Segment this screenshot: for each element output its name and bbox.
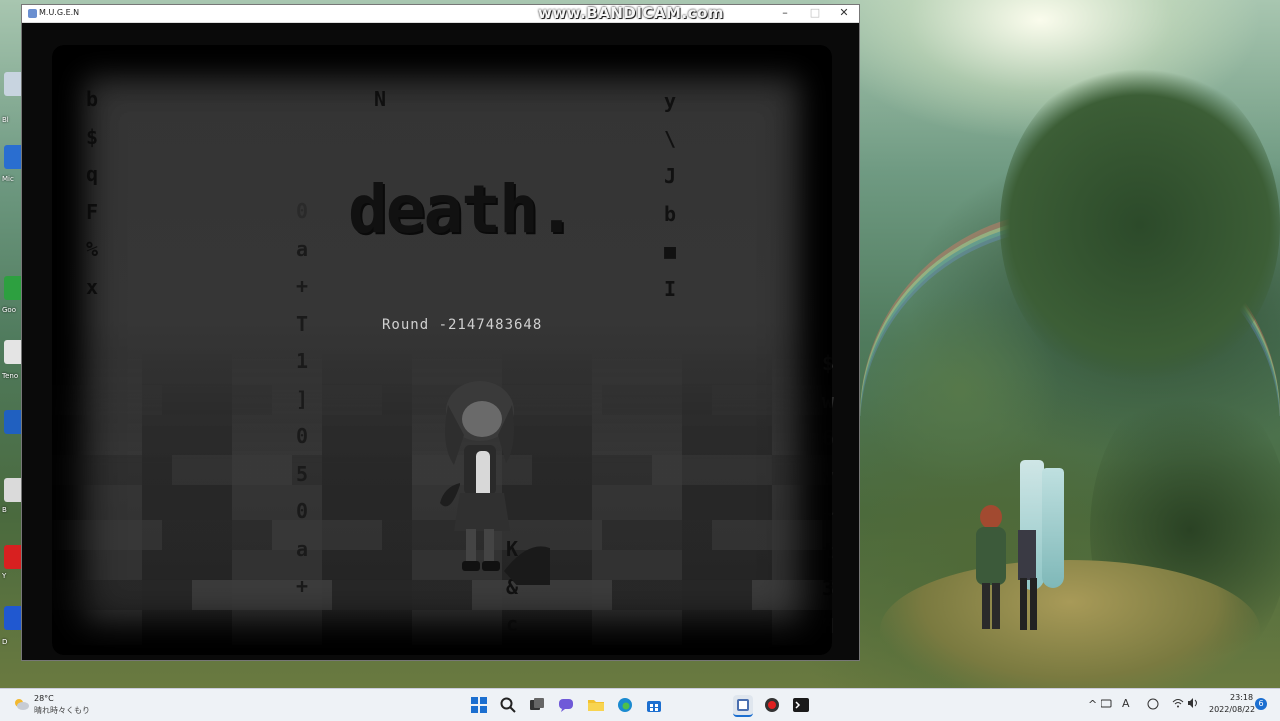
task-view-icon[interactable] [527, 695, 547, 715]
app-icon[interactable] [733, 695, 753, 717]
glyph: J [663, 164, 677, 188]
glyph: v [821, 463, 835, 488]
desktop-icon-label: Mic [2, 175, 14, 183]
glyph: b [85, 87, 99, 111]
glyph: w [821, 388, 835, 413]
glyph: 0 [295, 424, 309, 448]
glyph: I [663, 276, 677, 301]
glyph-column-6: $ w 6 v ~ t 3 H [816, 345, 840, 645]
input-mode-indicator[interactable]: A [1122, 697, 1130, 710]
desktop-icon-label: Bl [2, 116, 9, 124]
glyph-column-1: b $ q F % x [80, 81, 104, 306]
edge-icon[interactable] [615, 695, 635, 715]
mugen-window[interactable]: M.U.G.E.N – □ ✕ b $ q F % x N 0 a + T 1 … [21, 4, 860, 661]
store-icon[interactable] [644, 695, 664, 715]
minimize-button[interactable]: – [770, 5, 800, 22]
desktop-icon-label: Goo [2, 306, 16, 314]
game-viewport[interactable]: b $ q F % x N 0 a + T 1 ] 0 5 0 a + K & … [22, 23, 859, 660]
weather-cloud-sun-icon[interactable] [12, 697, 30, 711]
glyph: a [295, 536, 309, 561]
weather-description[interactable]: 晴れ時々くもり [34, 705, 90, 716]
desktop-icon-label: B [2, 506, 7, 514]
clock-date[interactable]: 2022/08/22 [1209, 705, 1255, 714]
glyph: 3 [821, 576, 835, 600]
ime-icon[interactable] [1147, 698, 1159, 713]
desktop-icon-label: Teno [2, 372, 19, 380]
glyph-column-2: N [368, 81, 392, 119]
glyph-column-5: y \ J b ■ I [658, 83, 682, 308]
glyph: H [821, 613, 835, 638]
network-tray-icon[interactable] [1100, 698, 1113, 711]
file-explorer-icon[interactable] [586, 695, 606, 715]
glyph: + [295, 574, 309, 598]
window-title: M.U.G.E.N [39, 8, 80, 17]
death-title: death. [348, 171, 576, 248]
character-sprite [440, 381, 550, 585]
glyph: c [505, 612, 519, 636]
girl-figure-2 [1006, 460, 1076, 635]
weather-temperature[interactable]: 28°C [34, 694, 54, 703]
glyph: t [821, 538, 835, 563]
chat-icon[interactable] [556, 695, 576, 715]
maximize-button[interactable]: □ [800, 5, 830, 22]
glyph: q [85, 162, 99, 186]
window-titlebar[interactable]: M.U.G.E.N – □ ✕ [22, 5, 859, 23]
glyph: N [373, 87, 387, 111]
round-counter: Round -2147483648 [382, 317, 543, 333]
glyph: $ [821, 351, 835, 375]
glyph: % [85, 237, 99, 261]
bandicam-icon[interactable] [762, 695, 782, 715]
glyph: ~ [821, 501, 835, 525]
glyph: b [663, 201, 677, 226]
clock-time[interactable]: 23:18 [1230, 693, 1253, 702]
glyph: T [295, 311, 309, 336]
glyph: 6 [821, 426, 835, 450]
volume-icon[interactable] [1187, 698, 1199, 711]
notification-badge[interactable]: 6 [1255, 698, 1267, 710]
wifi-icon[interactable] [1172, 698, 1184, 711]
glyph: ■ [663, 239, 677, 263]
desktop-icon-label: Y [2, 572, 7, 580]
app-icon [28, 9, 37, 18]
bandicam-watermark: www.BANDICAM.com [538, 4, 725, 22]
glyph: + [295, 274, 309, 298]
taskbar: 28°C 晴れ時々くもり ^ A 23:18 2022/08/22 6 [0, 688, 1280, 721]
glyph-column-3: 0 a + T 1 ] 0 5 0 a + [290, 193, 314, 606]
girl-figure-1 [968, 505, 1008, 630]
glyph: \ [663, 126, 677, 151]
glyph: $ [85, 124, 99, 149]
glyph: x [85, 274, 99, 299]
desktop-icon-label: D [2, 638, 8, 646]
glyph: 1 [295, 349, 309, 373]
glyph: 5 [295, 461, 309, 486]
game-stage: b $ q F % x N 0 a + T 1 ] 0 5 0 a + K & … [52, 45, 834, 655]
chevron-up-icon[interactable]: ^ [1088, 698, 1097, 711]
terminal-icon[interactable] [791, 695, 811, 715]
glyph: a [295, 236, 309, 261]
glyph: ] [295, 386, 309, 411]
start-icon[interactable] [469, 695, 489, 715]
glyph: 0 [295, 499, 309, 523]
close-button[interactable]: ✕ [829, 5, 859, 22]
search-icon[interactable] [498, 695, 518, 715]
glyph: 0 [295, 199, 309, 223]
glyph: F [85, 199, 99, 224]
glyph: y [663, 89, 677, 113]
